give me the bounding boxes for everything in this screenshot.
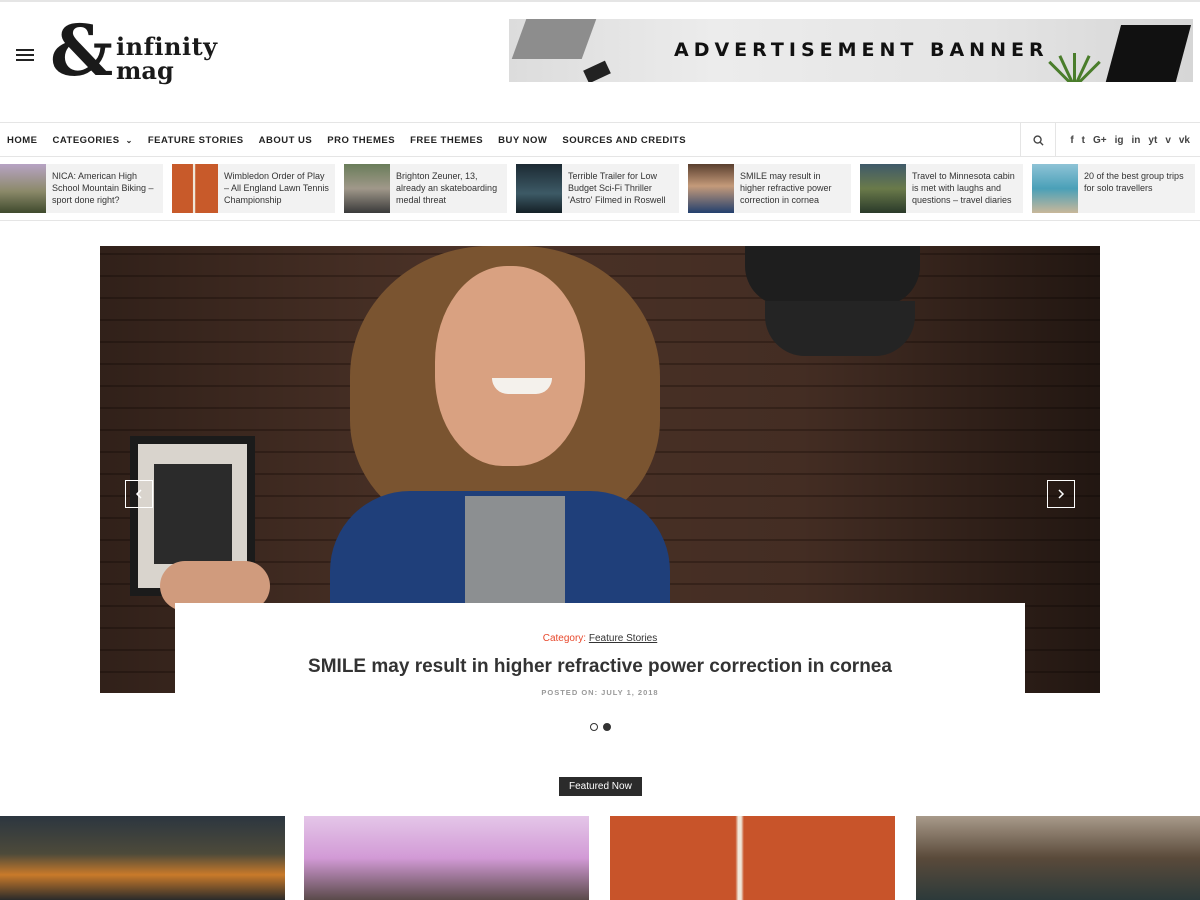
ad-banner-text: ADVERTISEMENT BANNER bbox=[674, 39, 1049, 61]
ticker-title: Travel to Minnesota cabin is met with la… bbox=[912, 171, 1015, 205]
ticker-thumbnail bbox=[0, 164, 46, 213]
nav-item-about-us[interactable]: ABOUT US bbox=[259, 135, 313, 146]
woman-smile bbox=[492, 378, 552, 394]
category-link[interactable]: Feature Stories bbox=[589, 633, 657, 644]
slider-caption: Category: Feature Stories SMILE may resu… bbox=[175, 603, 1025, 698]
vimeo-icon[interactable]: v bbox=[1165, 135, 1171, 146]
chevron-right-icon bbox=[1058, 489, 1065, 499]
ticker-title: Wimbledon Order of Play – All England La… bbox=[224, 171, 329, 205]
vk-icon[interactable]: vk bbox=[1179, 135, 1190, 146]
nav-item-categories[interactable]: CATEGORIES ⌄ bbox=[53, 135, 133, 146]
ticker-title: 20 of the best group trips for solo trav… bbox=[1084, 171, 1184, 193]
ticker-item[interactable]: Wimbledon Order of Play – All England La… bbox=[172, 164, 335, 213]
ticker-thumbnail bbox=[172, 164, 218, 213]
search-button[interactable] bbox=[1020, 123, 1057, 157]
site-logo[interactable]: & infinity mag bbox=[50, 16, 225, 88]
google-plus-icon[interactable]: G+ bbox=[1093, 135, 1107, 146]
ticker-title: NICA: American High School Mountain Biki… bbox=[52, 171, 154, 205]
nav-menu: HOME CATEGORIES ⌄ FEATURE STORIES ABOUT U… bbox=[7, 123, 701, 157]
logo-text-mag: mag bbox=[116, 56, 174, 85]
ticker-item[interactable]: NICA: American High School Mountain Biki… bbox=[0, 164, 163, 213]
featured-card-basketball[interactable] bbox=[0, 816, 285, 900]
ticker-item[interactable]: Brighton Zeuner, 13, already an skateboa… bbox=[344, 164, 507, 213]
nav-item-home[interactable]: HOME bbox=[7, 135, 38, 146]
nav-item-categories-label: CATEGORIES bbox=[52, 134, 120, 146]
nav-item-pro-themes[interactable]: PRO THEMES bbox=[327, 135, 395, 146]
pendant-lamp bbox=[765, 301, 915, 356]
featured-cards bbox=[0, 816, 1200, 900]
slide-category: Category: Feature Stories bbox=[175, 633, 1025, 644]
slide-date: POSTED ON: JULY 1, 2018 bbox=[541, 688, 659, 697]
chevron-down-icon: ⌄ bbox=[125, 135, 133, 145]
logo-ampersand: & bbox=[50, 9, 114, 92]
nav-item-sources-and-credits[interactable]: SOURCES AND CREDITS bbox=[562, 135, 686, 146]
ticker-title: SMILE may result in higher refractive po… bbox=[740, 171, 832, 205]
youtube-icon[interactable]: yt bbox=[1148, 135, 1157, 146]
ticker-title: Brighton Zeuner, 13, already an skateboa… bbox=[396, 171, 498, 205]
linkedin-icon[interactable]: in bbox=[1132, 135, 1141, 146]
pendant-lamp bbox=[745, 246, 920, 306]
featured-card-bikers[interactable] bbox=[304, 816, 589, 900]
featured-now-label: Featured Now bbox=[559, 777, 642, 796]
featured-card-skateboard[interactable] bbox=[916, 816, 1200, 900]
slider-prev-button[interactable] bbox=[125, 480, 153, 508]
slider-dot-1[interactable] bbox=[590, 723, 598, 731]
ticker-title: Terrible Trailer for Low Budget Sci-Fi T… bbox=[568, 171, 666, 205]
slider-pagination bbox=[590, 723, 616, 731]
ticker-thumbnail bbox=[1032, 164, 1078, 213]
ticker-thumbnail bbox=[688, 164, 734, 213]
ad-bag-image bbox=[1104, 25, 1192, 82]
featured-card-tennis[interactable] bbox=[610, 816, 895, 900]
slide-title[interactable]: SMILE may result in higher refractive po… bbox=[175, 656, 1025, 678]
ad-laptop-image bbox=[511, 19, 597, 59]
nav-right: f t G+ ig in yt v vk bbox=[1020, 123, 1200, 157]
chevron-left-icon bbox=[135, 489, 142, 499]
twitter-icon[interactable]: t bbox=[1082, 135, 1085, 146]
ticker-thumbnail bbox=[860, 164, 906, 213]
instagram-icon[interactable]: ig bbox=[1115, 135, 1124, 146]
slider-dot-2[interactable] bbox=[603, 723, 611, 731]
site-header: & infinity mag ADVERTISEMENT BANNER bbox=[0, 2, 1200, 122]
nav-item-buy-now[interactable]: BUY NOW bbox=[498, 135, 547, 146]
facebook-icon[interactable]: f bbox=[1070, 135, 1073, 146]
advertisement-banner[interactable]: ADVERTISEMENT BANNER bbox=[509, 19, 1193, 82]
ticker-thumbnail bbox=[516, 164, 562, 213]
nav-item-feature-stories[interactable]: FEATURE STORIES bbox=[148, 135, 244, 146]
ticker-thumbnail bbox=[344, 164, 390, 213]
menu-icon[interactable] bbox=[16, 49, 34, 63]
nav-item-free-themes[interactable]: FREE THEMES bbox=[410, 135, 483, 146]
slider-next-button[interactable] bbox=[1047, 480, 1075, 508]
news-ticker: NICA: American High School Mountain Biki… bbox=[0, 164, 1200, 214]
category-label: Category: bbox=[542, 633, 587, 644]
main-navigation: HOME CATEGORIES ⌄ FEATURE STORIES ABOUT U… bbox=[0, 122, 1200, 157]
ticker-item[interactable]: 20 of the best group trips for solo trav… bbox=[1032, 164, 1195, 213]
ad-phone-image bbox=[583, 60, 611, 82]
ad-plant-image bbox=[1048, 43, 1101, 82]
social-links: f t G+ ig in yt v vk bbox=[1056, 135, 1200, 146]
ticker-item[interactable]: Travel to Minnesota cabin is met with la… bbox=[860, 164, 1023, 213]
ticker-item[interactable]: Terrible Trailer for Low Budget Sci-Fi T… bbox=[516, 164, 679, 213]
woman-face bbox=[435, 266, 585, 466]
ticker-item[interactable]: SMILE may result in higher refractive po… bbox=[688, 164, 851, 213]
search-icon bbox=[1033, 134, 1044, 146]
ticker-divider bbox=[0, 220, 1200, 221]
